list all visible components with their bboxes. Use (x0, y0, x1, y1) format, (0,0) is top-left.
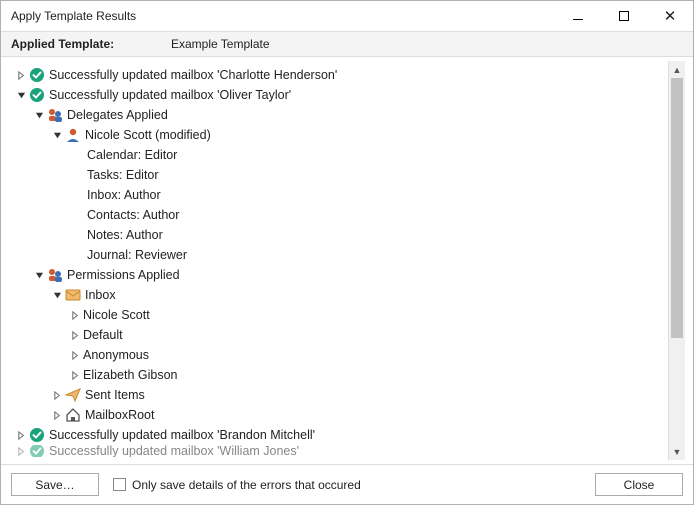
expand-icon[interactable] (69, 369, 81, 381)
tree-row[interactable]: Elizabeth Gibson (15, 365, 668, 385)
vertical-scrollbar[interactable]: ▲ ▼ (668, 61, 685, 460)
collapse-icon[interactable] (51, 289, 63, 301)
close-button[interactable]: Close (595, 473, 683, 496)
minimize-button[interactable] (555, 1, 601, 31)
only-errors-label: Only save details of the errors that occ… (132, 478, 361, 492)
tree-label: Successfully updated mailbox 'Charlotte … (49, 65, 337, 85)
tree-row[interactable]: Default (15, 325, 668, 345)
tree-label: Successfully updated mailbox 'Brandon Mi… (49, 425, 315, 445)
tree-row[interactable]: Nicole Scott (modified) (15, 125, 668, 145)
tree-label: Successfully updated mailbox 'Oliver Tay… (49, 85, 291, 105)
tree-row[interactable]: Nicole Scott (15, 305, 668, 325)
mailbox-root-icon (65, 407, 81, 423)
results-tree[interactable]: Successfully updated mailbox 'Charlotte … (9, 61, 668, 460)
success-icon (29, 445, 45, 457)
collapse-icon[interactable] (33, 109, 45, 121)
inbox-icon (65, 287, 81, 303)
checkbox-icon[interactable] (113, 478, 126, 491)
applied-template-header: Applied Template: Example Template (1, 31, 693, 57)
tree-row[interactable]: Calendar: Editor (15, 145, 668, 165)
tree-label: Delegates Applied (67, 105, 168, 125)
tree-label: Nicole Scott (83, 305, 150, 325)
tree-label: Elizabeth Gibson (83, 365, 178, 385)
tree-row[interactable]: Successfully updated mailbox 'Brandon Mi… (15, 425, 668, 445)
tree-label: MailboxRoot (85, 405, 154, 425)
tree-row[interactable]: Successfully updated mailbox 'Oliver Tay… (15, 85, 668, 105)
results-tree-container: Successfully updated mailbox 'Charlotte … (9, 61, 685, 460)
tree-row[interactable]: Delegates Applied (15, 105, 668, 125)
tree-row[interactable]: Sent Items (15, 385, 668, 405)
tree-row[interactable]: Successfully updated mailbox 'Charlotte … (15, 65, 668, 85)
success-icon (29, 427, 45, 443)
user-icon (65, 127, 81, 143)
maximize-button[interactable] (601, 1, 647, 31)
collapse-icon[interactable] (51, 129, 63, 141)
tree-row[interactable]: Permissions Applied (15, 265, 668, 285)
tree-label: Default (83, 325, 123, 345)
titlebar: Apply Template Results ✕ (1, 1, 693, 31)
tree-row[interactable]: Contacts: Author (15, 205, 668, 225)
tree-row[interactable]: MailboxRoot (15, 405, 668, 425)
tree-row[interactable]: Tasks: Editor (15, 165, 668, 185)
tree-row[interactable]: Notes: Author (15, 225, 668, 245)
tree-label: Calendar: Editor (87, 145, 177, 165)
window: Apply Template Results ✕ Applied Templat… (0, 0, 694, 505)
expand-icon[interactable] (69, 329, 81, 341)
tree-row[interactable]: Inbox (15, 285, 668, 305)
window-title: Apply Template Results (11, 9, 136, 23)
applied-template-label: Applied Template: (11, 37, 171, 51)
save-button[interactable]: Save… (11, 473, 99, 496)
window-controls: ✕ (555, 1, 693, 31)
scroll-down-button[interactable]: ▼ (669, 443, 685, 460)
expand-icon[interactable] (51, 389, 63, 401)
expand-icon[interactable] (69, 349, 81, 361)
tree-row[interactable]: Inbox: Author (15, 185, 668, 205)
expand-icon[interactable] (15, 69, 27, 81)
delegates-icon (47, 107, 63, 123)
tree-label: Successfully updated mailbox 'William Jo… (49, 445, 299, 457)
expand-icon[interactable] (15, 429, 27, 441)
expand-icon[interactable] (51, 409, 63, 421)
tree-label: Sent Items (85, 385, 145, 405)
tree-label: Notes: Author (87, 225, 163, 245)
scroll-up-button[interactable]: ▲ (669, 61, 685, 78)
close-window-button[interactable]: ✕ (647, 1, 693, 31)
applied-template-value: Example Template (171, 37, 270, 51)
expand-icon[interactable] (15, 445, 27, 457)
tree-label: Inbox (85, 285, 116, 305)
tree-row[interactable]: Successfully updated mailbox 'William Jo… (15, 445, 668, 457)
tree-label: Permissions Applied (67, 265, 180, 285)
tree-row[interactable]: Journal: Reviewer (15, 245, 668, 265)
expand-icon[interactable] (69, 309, 81, 321)
tree-label: Journal: Reviewer (87, 245, 187, 265)
footer: Save… Only save details of the errors th… (1, 464, 693, 504)
tree-label: Contacts: Author (87, 205, 179, 225)
tree-label: Anonymous (83, 345, 149, 365)
tree-label: Inbox: Author (87, 185, 161, 205)
only-errors-checkbox[interactable]: Only save details of the errors that occ… (113, 478, 361, 492)
sent-items-icon (65, 387, 81, 403)
scroll-track[interactable] (669, 78, 685, 443)
success-icon (29, 67, 45, 83)
tree-row[interactable]: Anonymous (15, 345, 668, 365)
tree-label: Tasks: Editor (87, 165, 159, 185)
scroll-thumb[interactable] (671, 78, 683, 338)
collapse-icon[interactable] (15, 89, 27, 101)
collapse-icon[interactable] (33, 269, 45, 281)
permissions-icon (47, 267, 63, 283)
success-icon (29, 87, 45, 103)
tree-label: Nicole Scott (modified) (85, 125, 211, 145)
